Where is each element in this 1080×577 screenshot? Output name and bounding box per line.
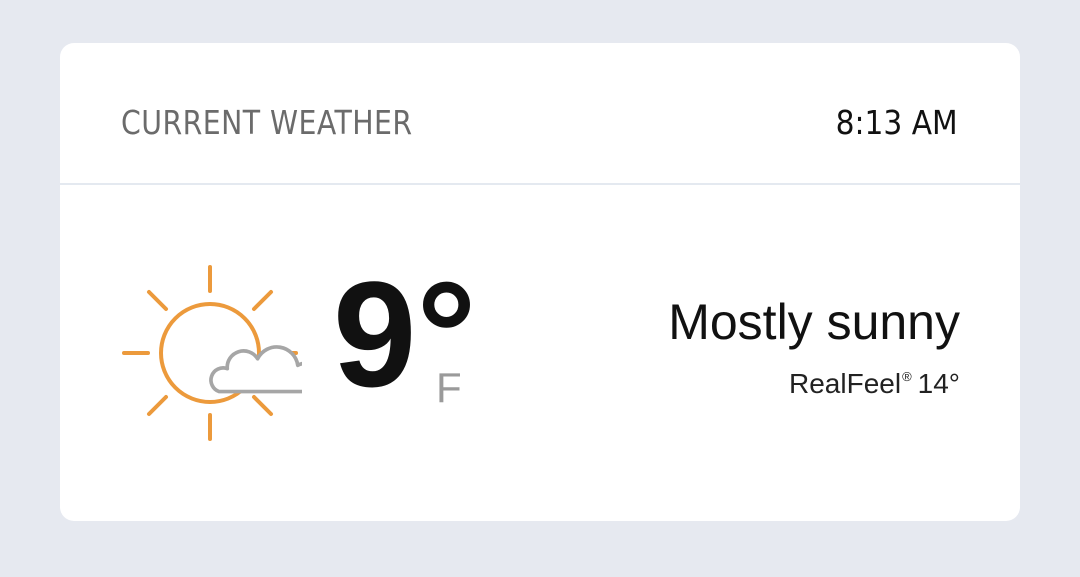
registered-mark: ® <box>902 369 912 384</box>
temperature-unit: F <box>436 364 462 411</box>
realfeel-value: 14° <box>917 368 960 399</box>
card-header: CURRENT WEATHER 8:13 AM <box>60 43 1020 185</box>
cloud-icon <box>209 345 302 394</box>
realfeel: RealFeel® 14° <box>789 370 960 398</box>
current-time: 8:13 AM <box>835 103 958 142</box>
card-title: CURRENT WEATHER <box>121 103 413 142</box>
sun-with-cloud-icon <box>122 265 302 441</box>
realfeel-label: RealFeel <box>789 368 902 399</box>
current-weather-card[interactable]: CURRENT WEATHER 8:13 AM 9° F Mostly sunn… <box>60 43 1020 521</box>
condition-text: Mostly sunny <box>668 294 960 350</box>
